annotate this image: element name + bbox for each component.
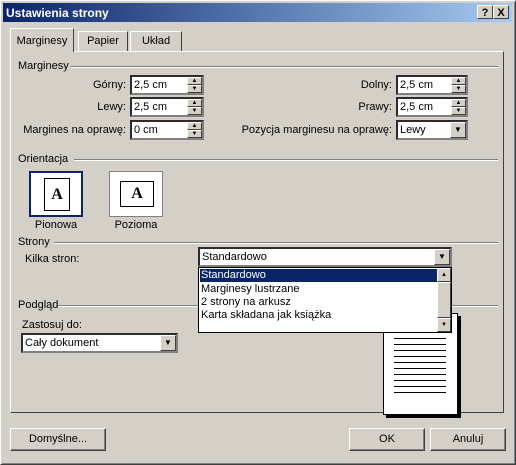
list-item[interactable]: 2 strony na arkusz [200,296,437,309]
right-margin-label: Prawy: [358,101,392,113]
pages-group-label: Strony [18,236,50,248]
top-margin-label: Górny: [92,79,126,91]
apply-to-label: Zastosuj do: [22,319,82,331]
list-item[interactable]: Karta składana jak książka [200,309,437,322]
portrait-page-icon: A [44,178,70,211]
spin-down-icon[interactable]: ▼ [451,85,466,93]
spin-down-icon[interactable]: ▼ [187,107,202,115]
close-button[interactable]: X [493,5,509,19]
chevron-down-icon[interactable]: ▼ [160,335,176,351]
multiple-pages-select[interactable]: Standardowo ▼ [198,247,452,267]
spin-down-icon[interactable]: ▼ [451,107,466,115]
portrait-label: Pionowa [34,219,78,231]
orientation-divider [74,159,498,161]
help-button[interactable]: ? [477,5,493,19]
list-item[interactable]: Marginesy lustrzane [200,283,437,296]
cancel-button[interactable]: Anuluj [430,428,506,451]
orientation-group-label: Orientacja [18,153,69,165]
left-margin-spinner[interactable]: 2,5 cm ▲ ▼ [130,97,204,117]
bottom-margin-spinner[interactable]: 2,5 cm ▲ ▼ [396,75,468,95]
gutter-position-select[interactable]: Lewy ▼ [396,120,468,140]
scroll-down-icon[interactable]: ▼ [437,318,451,332]
chevron-down-icon[interactable]: ▼ [450,122,466,138]
gutter-position-value: Lewy [400,124,426,136]
spin-down-icon[interactable]: ▼ [187,130,202,138]
portrait-option[interactable]: A [29,171,83,217]
preview-divider-right [452,305,498,307]
right-margin-value: 2,5 cm [400,101,434,113]
default-button[interactable]: Domyślne... [10,428,106,451]
landscape-label: Pozioma [114,219,158,231]
tab-layout[interactable]: Układ [130,31,182,51]
spin-up-icon[interactable]: ▲ [187,77,202,85]
apply-to-value: Cały dokument [25,337,99,349]
gutter-value: 0 cm [134,124,158,136]
list-item[interactable]: Standardowo [200,269,437,282]
multiple-pages-value: Standardowo [202,251,267,263]
scroll-up-icon[interactable]: ▲ [437,268,451,282]
spin-down-icon[interactable]: ▼ [187,85,202,93]
margins-divider [70,66,498,68]
multiple-pages-label: Kilka stron: [25,253,80,265]
preview-group-label: Podgląd [18,299,59,311]
tab-paper[interactable]: Papier [78,31,128,51]
left-margin-value: 2,5 cm [134,101,168,113]
window-title: Ustawienia strony [6,6,109,20]
preview-divider [58,305,198,307]
multiple-pages-dropdown-list: Standardowo Marginesy lustrzane 2 strony… [198,267,452,333]
top-margin-value: 2,5 cm [134,79,168,91]
apply-to-select[interactable]: Cały dokument ▼ [21,333,178,353]
title-bar: Ustawienia strony ? X [3,3,512,22]
right-margin-spinner[interactable]: 2,5 cm ▲ ▼ [396,97,468,117]
ok-button[interactable]: OK [349,428,425,451]
gutter-spinner[interactable]: 0 cm ▲ ▼ [130,120,204,140]
top-margin-spinner[interactable]: 2,5 cm ▲ ▼ [130,75,204,95]
dropdown-scrollbar[interactable]: ▲ ▼ [437,268,451,332]
bottom-margin-value: 2,5 cm [400,79,434,91]
margins-group-label: Marginesy [18,60,69,72]
spin-up-icon[interactable]: ▲ [187,122,202,130]
pages-divider [54,242,498,244]
landscape-page-icon: A [120,181,154,207]
landscape-option[interactable]: A [109,171,163,217]
gutter-position-label: Pozycja marginesu na oprawę: [241,124,392,136]
tab-margins[interactable]: Marginesy [10,28,74,52]
gutter-label: Margines na oprawę: [23,124,126,136]
left-margin-label: Lewy: [97,101,126,113]
scroll-thumb[interactable] [437,282,451,318]
spin-up-icon[interactable]: ▲ [451,77,466,85]
chevron-down-icon[interactable]: ▼ [434,249,450,265]
spin-up-icon[interactable]: ▲ [451,99,466,107]
bottom-margin-label: Dolny: [360,79,392,91]
spin-up-icon[interactable]: ▲ [187,99,202,107]
